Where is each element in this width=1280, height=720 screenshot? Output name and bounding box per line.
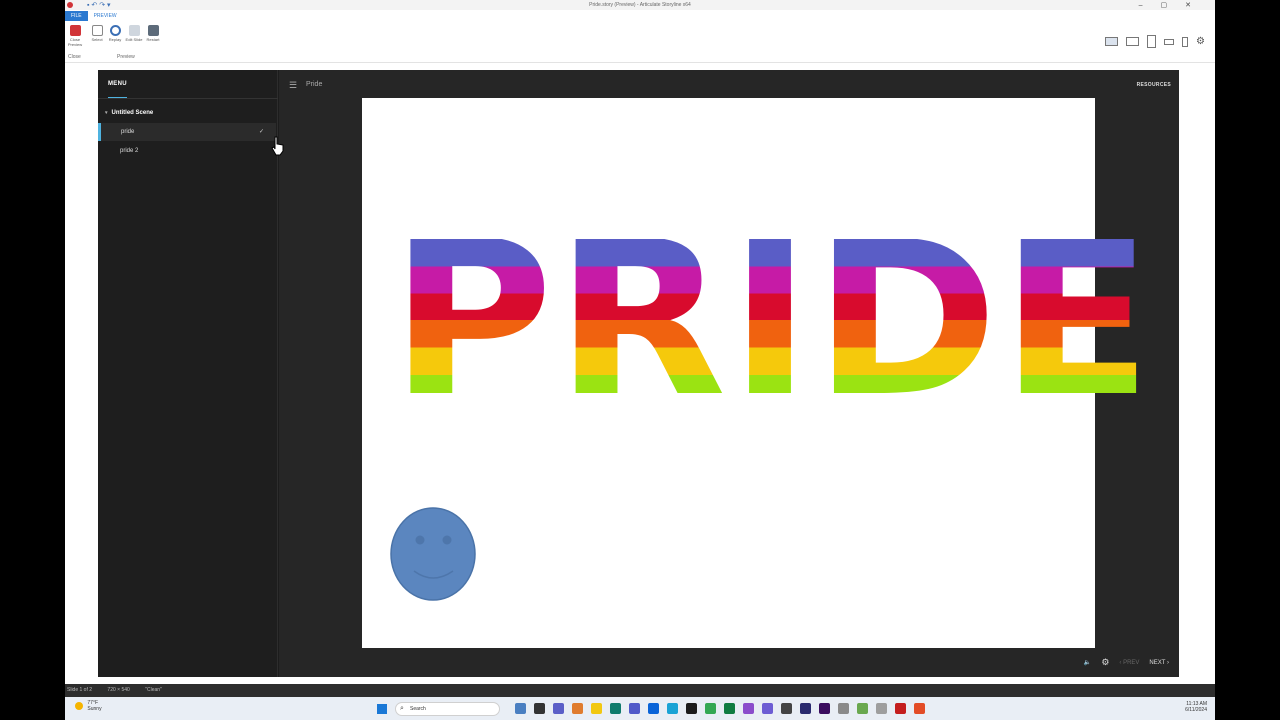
app-icon[interactable] (876, 703, 887, 714)
teams-icon[interactable] (629, 703, 640, 714)
prev-label: PREV (1123, 659, 1140, 666)
close-icon (69, 25, 81, 36)
device-preview-toolbar: ⚙ (1105, 35, 1205, 48)
window-controls[interactable]: –▢✕ (1139, 1, 1209, 9)
story-player: MENU ▾ Untitled Scene pride ✓ pride 2 ☰ P… (98, 70, 1179, 677)
replay-label: Replay (108, 37, 122, 42)
search-label: Search (410, 706, 426, 712)
ribbon-tabs: FILE PREVIEW (65, 11, 123, 21)
app-window: ▪ ↶ ↷ ▾ Pride.story (Preview) - Articula… (65, 0, 1215, 720)
app-icon[interactable] (895, 703, 906, 714)
scene-label: Untitled Scene (111, 110, 154, 116)
playback-controls: 🔈 ⚙ ‹ PREV NEXT › (1084, 657, 1169, 668)
windows-taskbar: 77°F Sunny ⌕ Search 11:13 AM 6/11/2024 (65, 697, 1215, 720)
hand-cursor-icon (271, 136, 284, 156)
taskbar-apps (515, 703, 925, 714)
app-icon[interactable] (838, 703, 849, 714)
app-icon[interactable] (781, 703, 792, 714)
close-preview-label: Close Preview (67, 37, 83, 47)
edit-slide-button[interactable]: Edit Slide (125, 25, 143, 42)
settings-gear-icon[interactable]: ⚙ (1101, 657, 1109, 668)
tab-file[interactable]: FILE (65, 11, 88, 21)
gear-icon[interactable]: ⚙ (1196, 36, 1205, 47)
slide-label: pride (121, 129, 135, 135)
folder-icon[interactable] (591, 703, 602, 714)
slide-label: pride 2 (120, 148, 139, 154)
outlook-icon[interactable] (648, 703, 659, 714)
next-label: NEXT (1149, 659, 1166, 666)
tablet-portrait-icon[interactable] (1147, 35, 1157, 48)
tab-preview[interactable]: PREVIEW (88, 11, 123, 21)
desktop-device-icon[interactable] (1105, 37, 1119, 46)
system-tray[interactable]: 11:13 AM 6/11/2024 (1185, 701, 1207, 713)
edge-icon[interactable] (667, 703, 678, 714)
app-icon[interactable] (553, 703, 564, 714)
player-main: ☰ Pride RESOURCES PRIDE 🔈 ⚙ ‹ PREV NEXT … (279, 70, 1179, 677)
weather-desc: Sunny (87, 706, 102, 712)
edit-slide-icon (128, 25, 140, 36)
status-size: 720 × 540 (107, 687, 130, 693)
resources-button[interactable]: RESOURCES (1137, 82, 1171, 88)
replay-icon (109, 25, 121, 36)
phone-portrait-icon[interactable] (1182, 36, 1189, 47)
search-icon: ⌕ (400, 705, 404, 712)
status-bar: Slide 1 of 2 720 × 540 "Clean" (65, 684, 1215, 697)
select-button[interactable]: Select (88, 25, 106, 42)
menu-title[interactable]: MENU (108, 81, 127, 87)
select-label: Select (91, 37, 103, 42)
restart-button[interactable]: Restart (144, 25, 162, 42)
smiley-face-icon[interactable] (390, 507, 480, 603)
weather-widget[interactable]: 77°F Sunny (75, 700, 102, 712)
group-label-preview: Preview (117, 54, 135, 60)
edit-slide-label: Edit Slide (125, 37, 143, 42)
app-icon[interactable] (686, 703, 697, 714)
app-icon[interactable] (857, 703, 868, 714)
select-icon (91, 25, 103, 36)
pride-rainbow-text: PRIDE (390, 195, 1155, 444)
app-icon[interactable] (762, 703, 773, 714)
status-theme: "Clean" (145, 687, 162, 693)
menu-slide-pride-2[interactable]: pride 2 (98, 142, 276, 160)
sun-icon (75, 702, 83, 710)
replay-button[interactable]: Replay (106, 25, 124, 42)
restart-icon (147, 25, 159, 36)
app-icon[interactable] (610, 703, 621, 714)
taskbar-search[interactable]: ⌕ Search (395, 702, 500, 716)
phone-landscape-icon[interactable] (1164, 38, 1175, 45)
slide-canvas: PRIDE (362, 98, 1152, 648)
group-label-close: Close (68, 54, 81, 60)
title-bar: ▪ ↶ ↷ ▾ Pride.story (Preview) - Articula… (65, 0, 1215, 10)
windows-start-icon[interactable] (377, 704, 387, 714)
ribbon: Close Preview Close Select Replay Edit S… (65, 21, 1215, 63)
close-preview-button[interactable]: Close Preview (66, 25, 84, 47)
app-icon[interactable] (819, 703, 830, 714)
window-title: Pride.story (Preview) - Articulate Story… (589, 2, 691, 8)
slide-title: Pride (306, 81, 323, 88)
restart-label: Restart (146, 37, 160, 42)
divider (98, 98, 278, 99)
volume-icon[interactable]: 🔈 (1084, 659, 1091, 666)
excel-icon[interactable] (724, 703, 735, 714)
clock-date: 6/11/2024 (1185, 707, 1207, 713)
app-icon[interactable] (515, 703, 526, 714)
status-slide: Slide 1 of 2 (67, 687, 93, 693)
next-button[interactable]: NEXT › (1149, 660, 1169, 666)
app-icon[interactable] (743, 703, 754, 714)
chrome-icon[interactable] (705, 703, 716, 714)
hamburger-menu-icon[interactable]: ☰ (289, 80, 297, 91)
check-icon: ✓ (258, 129, 264, 135)
app-icon[interactable] (534, 703, 545, 714)
scene-item[interactable]: ▾ Untitled Scene (105, 110, 153, 116)
menu-slide-pride[interactable]: pride ✓ (98, 123, 276, 141)
app-icon[interactable] (800, 703, 811, 714)
app-icon[interactable] (914, 703, 925, 714)
caret-down-icon: ▾ (105, 110, 108, 116)
app-icon[interactable] (572, 703, 583, 714)
prev-button[interactable]: ‹ PREV (1119, 660, 1139, 666)
tablet-landscape-icon[interactable] (1126, 37, 1140, 46)
player-sidebar: MENU ▾ Untitled Scene pride ✓ pride 2 (98, 70, 278, 677)
